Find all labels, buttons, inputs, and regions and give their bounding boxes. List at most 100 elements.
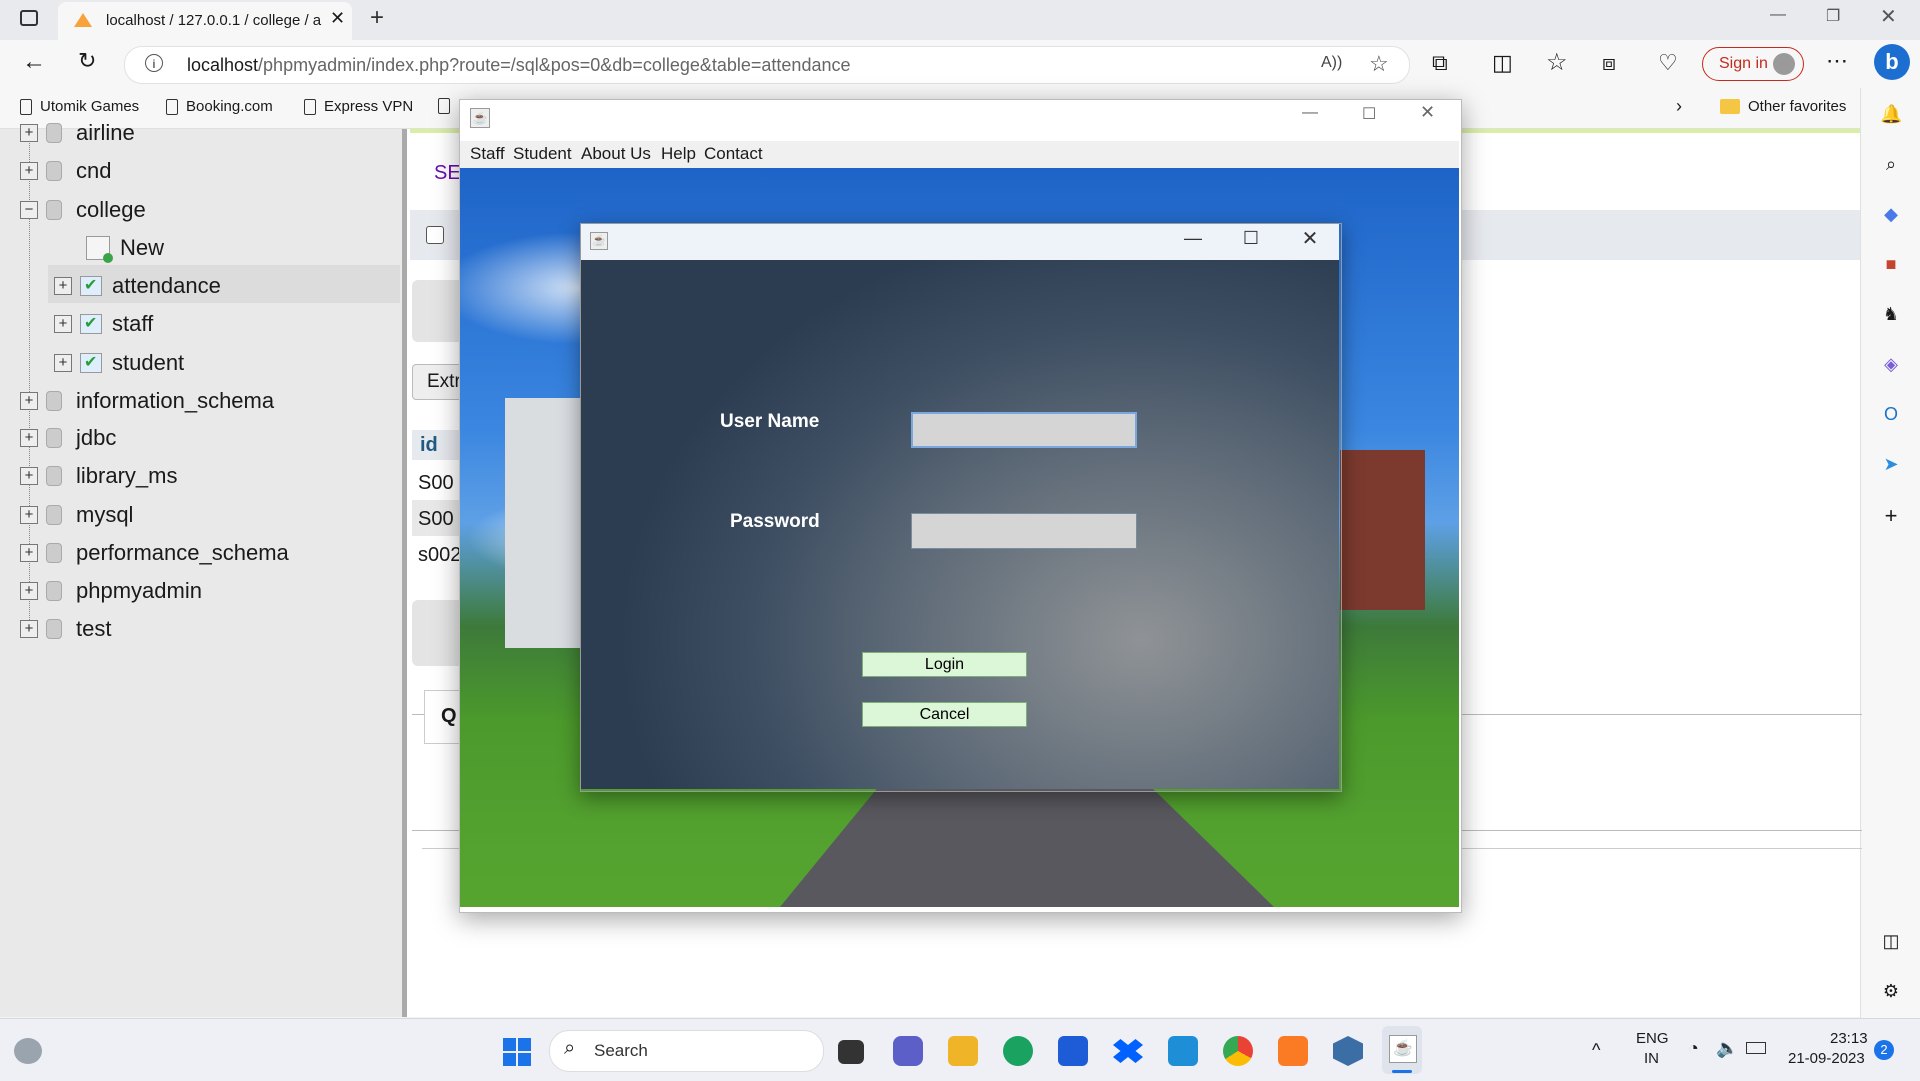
tab-actions-icon[interactable] [20, 10, 38, 26]
start-windows-icon[interactable] [503, 1038, 531, 1066]
notification-badge[interactable]: 2 [1874, 1040, 1894, 1060]
restore-window-icon[interactable]: ❐ [1826, 6, 1840, 26]
db-item-performance-schema[interactable]: + performance_schema [20, 540, 289, 566]
collections-icon[interactable]: ⧈ [1602, 50, 1616, 76]
drop-icon[interactable]: ➤ [1880, 453, 1902, 475]
show-hidden-icons-chevron-icon[interactable]: ^ [1592, 1040, 1600, 1061]
search-icon[interactable]: ⌕ [1880, 153, 1902, 175]
expand-icon[interactable]: + [20, 582, 38, 600]
db-item-library-ms[interactable]: + library_ms [20, 463, 177, 489]
region-indicator[interactable]: IN [1644, 1050, 1659, 1067]
minimize-window-icon[interactable]: — [1770, 6, 1786, 24]
java-minimize-icon[interactable]: — [1302, 104, 1318, 122]
site-info-icon[interactable]: i [145, 54, 163, 72]
task-view-icon[interactable] [838, 1040, 864, 1064]
mysql-workbench-icon[interactable] [1168, 1036, 1198, 1066]
tools-icon[interactable]: ■ [1880, 253, 1902, 275]
sql-link[interactable]: SE [434, 162, 461, 185]
collapse-icon[interactable]: − [20, 201, 38, 219]
db-item-airline[interactable]: + airline [20, 120, 135, 146]
address-bar[interactable]: i localhost/phpmyadmin/index.php?route=/… [124, 46, 1410, 84]
expand-icon[interactable]: + [20, 620, 38, 638]
favorite-utomik-games[interactable]: Utomik Games [20, 98, 139, 115]
menu-student[interactable]: Student [513, 144, 572, 164]
db-item-information-schema[interactable]: + information_schema [20, 388, 274, 414]
favorite-truncated[interactable] [438, 98, 450, 114]
browser-essentials-icon[interactable]: ♡ [1658, 50, 1678, 76]
java-close-icon[interactable]: ✕ [1420, 102, 1435, 123]
menu-about-us[interactable]: About Us [581, 144, 651, 164]
java-maximize-icon[interactable]: ☐ [1362, 104, 1376, 124]
db-item-jdbc[interactable]: + jdbc [20, 425, 116, 451]
xampp-icon[interactable] [1278, 1036, 1308, 1066]
chrome-icon[interactable] [1223, 1036, 1253, 1066]
other-favorites-folder[interactable]: Other favorites [1720, 98, 1846, 115]
menu-help[interactable]: Help [661, 144, 696, 164]
taskbar-search[interactable]: ⌕ Search [549, 1030, 824, 1072]
table-item-staff[interactable]: + staff [54, 311, 153, 337]
dialog-maximize-icon[interactable]: ☐ [1236, 228, 1266, 249]
expand-icon[interactable]: + [20, 429, 38, 447]
back-icon[interactable]: ← [22, 48, 46, 76]
outlook-icon[interactable]: O [1880, 403, 1902, 425]
battery-icon[interactable] [1746, 1042, 1766, 1054]
id-column-header[interactable]: id [412, 430, 462, 460]
edge-browser-icon[interactable] [1003, 1036, 1033, 1066]
menu-contact[interactable]: Contact [704, 144, 763, 164]
add-sidebar-app-icon[interactable]: + [1880, 505, 1902, 527]
file-explorer-icon[interactable] [948, 1036, 978, 1066]
close-tab-icon[interactable]: ✕ [330, 8, 345, 29]
table-item-new[interactable]: New [86, 235, 164, 263]
expand-icon[interactable]: + [20, 506, 38, 524]
db-item-test[interactable]: + test [20, 616, 111, 642]
expand-icon[interactable]: + [20, 392, 38, 410]
browser-tab[interactable]: localhost / 127.0.0.1 / college / a ✕ [58, 2, 352, 40]
clock-date[interactable]: 21-09-2023 [1788, 1050, 1865, 1067]
more-menu-icon[interactable]: ⋯ [1826, 48, 1848, 74]
cancel-button[interactable]: Cancel [862, 702, 1027, 727]
settings-gear-icon[interactable]: ⚙ [1880, 980, 1902, 1002]
wifi-icon[interactable]: ◔ [1688, 1038, 1699, 1059]
favorites-overflow-chevron-icon[interactable]: › [1676, 96, 1682, 117]
expand-icon[interactable]: + [20, 544, 38, 562]
menu-staff[interactable]: Staff [470, 144, 505, 164]
expand-icon[interactable]: + [54, 315, 72, 333]
clock-time[interactable]: 23:13 [1830, 1030, 1868, 1047]
refresh-icon[interactable]: ↻ [78, 48, 96, 74]
split-screen-icon[interactable]: ◫ [1492, 50, 1513, 76]
expand-icon[interactable]: + [54, 354, 72, 372]
expand-icon[interactable]: + [20, 467, 38, 485]
favorites-icon[interactable]: ☆ [1546, 48, 1568, 77]
table-item-student[interactable]: + student [54, 350, 184, 376]
games-icon[interactable]: ♞ [1880, 303, 1902, 325]
favorite-star-icon[interactable]: ☆ [1369, 51, 1389, 77]
copilot-icon[interactable]: b [1874, 44, 1910, 80]
weather-widget-icon[interactable] [14, 1038, 42, 1064]
favorite-express-vpn[interactable]: Express VPN [304, 98, 413, 115]
microsoft-365-icon[interactable]: ◈ [1880, 353, 1902, 375]
microsoft-store-icon[interactable] [1058, 1036, 1088, 1066]
login-button[interactable]: Login [862, 652, 1027, 677]
expand-icon[interactable]: + [20, 124, 38, 142]
language-indicator[interactable]: ENG [1636, 1030, 1669, 1047]
read-aloud-icon[interactable]: A)) [1321, 54, 1342, 72]
username-input[interactable] [911, 412, 1137, 448]
extensions-icon[interactable]: ⧉ [1432, 50, 1448, 76]
teams-chat-icon[interactable] [893, 1036, 923, 1066]
close-window-icon[interactable]: ✕ [1880, 4, 1897, 29]
java-taskbar-item[interactable]: ☕ [1382, 1026, 1422, 1074]
expand-icon[interactable]: + [54, 277, 72, 295]
expand-icon[interactable]: + [20, 162, 38, 180]
db-item-phpmyadmin[interactable]: + phpmyadmin [20, 578, 202, 604]
dialog-minimize-icon[interactable]: — [1178, 228, 1208, 249]
sign-in-button[interactable]: Sign in [1702, 47, 1804, 81]
select-all-checkbox[interactable] [426, 226, 444, 244]
shopping-icon[interactable]: ◆ [1880, 203, 1902, 225]
db-item-cnd[interactable]: + cnd [20, 158, 111, 184]
new-tab-icon[interactable]: + [370, 4, 384, 32]
volume-icon[interactable]: 🔈 [1716, 1038, 1738, 1059]
notifications-bell-icon[interactable]: 🔔 [1880, 103, 1902, 125]
favorite-booking[interactable]: Booking.com [166, 98, 273, 115]
hide-sidebar-icon[interactable]: ◫ [1880, 930, 1902, 952]
db-item-mysql[interactable]: + mysql [20, 502, 133, 528]
